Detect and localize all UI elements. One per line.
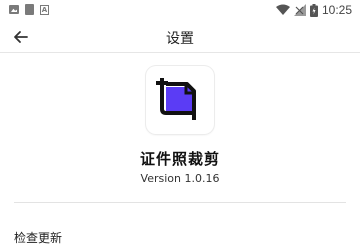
status-bar: A 10:25	[0, 0, 360, 22]
check-update-item[interactable]: 检查更新	[14, 229, 62, 246]
system-icons: 10:25	[275, 3, 352, 17]
divider	[14, 202, 346, 203]
clock: 10:25	[321, 3, 352, 17]
notification-icons: A	[9, 4, 49, 15]
page-title: 设置	[166, 31, 194, 47]
no-signal-icon	[293, 4, 306, 16]
wifi-icon	[275, 4, 290, 15]
app-version: Version 1.0.16	[140, 172, 220, 185]
battery-charging-icon	[309, 3, 318, 17]
app-logo	[146, 66, 214, 134]
crop-document-icon	[156, 78, 196, 120]
app-name: 证件照裁剪	[139, 150, 220, 168]
app-bar: 设置	[0, 22, 360, 53]
gallery-icon	[9, 5, 19, 14]
sd-card-icon	[25, 4, 34, 15]
a-badge-icon: A	[40, 5, 49, 15]
